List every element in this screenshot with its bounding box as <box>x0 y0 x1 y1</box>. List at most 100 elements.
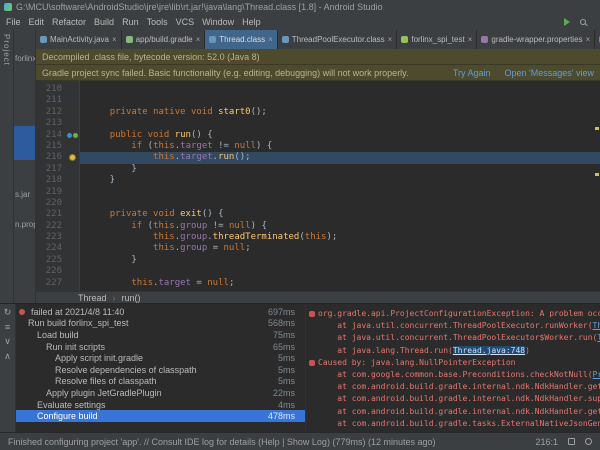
close-icon[interactable]: × <box>586 35 591 44</box>
notifications-icon[interactable] <box>585 438 592 445</box>
try-again-link[interactable]: Try Again <box>453 68 491 78</box>
line-number[interactable]: 219 <box>36 187 66 198</box>
code-text[interactable]: private void exit() { <box>80 209 600 220</box>
breadcrumb-item[interactable]: Thread <box>78 293 107 303</box>
line-number[interactable]: 214 <box>36 130 66 141</box>
code-text[interactable] <box>80 266 600 277</box>
code-text[interactable] <box>80 95 600 106</box>
code-text[interactable]: } <box>80 255 600 266</box>
code-text[interactable] <box>80 198 600 209</box>
code-text[interactable]: this.group = null; <box>80 243 600 254</box>
code-text[interactable]: private native void start0(); <box>80 107 600 118</box>
line-number[interactable]: 227 <box>36 278 66 289</box>
line-number[interactable]: 223 <box>36 232 66 243</box>
tab-Thread.class[interactable]: Thread.class× <box>205 30 277 49</box>
menu-run[interactable]: Run <box>118 17 143 27</box>
sync-refresh-icon[interactable]: ↻ <box>4 307 12 318</box>
breadcrumb-item[interactable]: run() <box>122 293 141 303</box>
tab-gradle.properties[interactable]: gradle.properties× <box>595 30 600 49</box>
line-number[interactable]: 213 <box>36 118 66 129</box>
tab-gradle-wrapper.properties[interactable]: gradle-wrapper.properties× <box>477 30 595 49</box>
project-tree-item[interactable]: forlinx_spi_te <box>15 54 36 63</box>
cursor-position[interactable]: 216:1 <box>535 437 558 447</box>
menu-vcs[interactable]: VCS <box>172 17 199 27</box>
close-icon[interactable]: × <box>268 35 273 44</box>
code-text[interactable]: this.target = null; <box>80 278 600 289</box>
menu-window[interactable]: Window <box>198 17 238 27</box>
line-number[interactable]: 212 <box>36 107 66 118</box>
intention-bulb-icon[interactable] <box>69 154 76 161</box>
project-tree-panel[interactable]: forlinx_spi_te s.jar n.properties <box>14 30 36 303</box>
line-number[interactable]: 211 <box>36 95 66 106</box>
code-text[interactable]: if (this.group != null) { <box>80 221 600 232</box>
menu-edit[interactable]: Edit <box>25 17 49 27</box>
run-icon[interactable] <box>564 18 570 26</box>
search-icon[interactable] <box>580 19 586 25</box>
build-tree-row[interactable]: Evaluate settings4ms <box>16 399 305 411</box>
open-messages-link[interactable]: Open 'Messages' view <box>505 68 594 78</box>
collapse-all-icon[interactable]: ∧ <box>4 351 11 362</box>
line-number[interactable]: 224 <box>36 243 66 254</box>
close-icon[interactable]: × <box>112 35 117 44</box>
menu-tools[interactable]: Tools <box>143 17 172 27</box>
close-icon[interactable]: × <box>468 35 473 44</box>
build-tree-row[interactable]: Resolve files of classpath5ms <box>16 376 305 388</box>
line-number[interactable]: 220 <box>36 198 66 209</box>
override-marker-icon[interactable] <box>67 133 72 138</box>
stacktrace-link[interactable]: ThreadPoolExecutor.java:1149 <box>593 321 600 330</box>
menu-build[interactable]: Build <box>90 17 118 27</box>
menu-help[interactable]: Help <box>238 17 265 27</box>
code-text[interactable]: this.target.run(); <box>80 152 600 163</box>
stacktrace-link[interactable]: Preconditions.java:191 <box>593 370 600 379</box>
expand-all-icon[interactable]: ∨ <box>4 336 11 347</box>
lock-icon[interactable] <box>568 438 575 445</box>
tab-MainActivity.java[interactable]: MainActivity.java× <box>36 30 122 49</box>
code-editor[interactable]: 210211212 private native void start0(); 2… <box>36 81 600 291</box>
error-icon <box>309 360 315 366</box>
line-number[interactable]: 225 <box>36 255 66 266</box>
project-tree-item[interactable]: n.properties <box>15 220 36 229</box>
console-line: at com.android.build.gradle.internal.ndk… <box>306 381 600 393</box>
line-number[interactable]: 218 <box>36 175 66 186</box>
build-tree-row[interactable]: Run init scripts65ms <box>16 341 305 353</box>
code-text[interactable] <box>80 187 600 198</box>
tab-app/build.gradle[interactable]: app/build.gradle× <box>122 30 206 49</box>
code-text[interactable] <box>80 84 600 95</box>
close-icon[interactable]: × <box>388 35 393 44</box>
implement-marker-icon[interactable] <box>73 133 78 138</box>
menu-file[interactable]: File <box>2 17 25 27</box>
tab-label: ThreadPoolExecutor.class <box>292 35 385 44</box>
project-tree-item[interactable]: s.jar <box>15 190 30 199</box>
tab-ThreadPoolExecutor.class[interactable]: ThreadPoolExecutor.class× <box>278 30 398 49</box>
build-tree-row[interactable]: Configure build478ms <box>16 410 305 422</box>
code-text[interactable]: if (this.target != null) { <box>80 141 600 152</box>
code-text[interactable] <box>80 118 600 129</box>
line-number[interactable]: 210 <box>36 84 66 95</box>
menu-refactor[interactable]: Refactor <box>48 17 90 27</box>
error-stripe-mark[interactable] <box>595 127 599 130</box>
line-number[interactable]: 222 <box>36 221 66 232</box>
close-icon[interactable]: × <box>196 35 201 44</box>
build-tree-row[interactable]: Apply script init.gradle5ms <box>16 352 305 364</box>
line-number[interactable]: 216 <box>36 152 66 163</box>
line-number[interactable]: 226 <box>36 266 66 277</box>
project-tool-window-button[interactable]: Project <box>2 34 11 66</box>
line-number[interactable]: 217 <box>36 164 66 175</box>
project-tree-selected-row[interactable] <box>14 126 35 160</box>
line-number[interactable]: 221 <box>36 209 66 220</box>
code-text[interactable]: this.group.threadTerminated(this); <box>80 232 600 243</box>
build-tree-row[interactable]: Apply plugin JetGradlePlugin22ms <box>16 387 305 399</box>
code-text[interactable]: } <box>80 175 600 186</box>
build-tree-row[interactable]: Load build75ms <box>16 329 305 341</box>
code-text[interactable]: } <box>80 164 600 175</box>
tab-forlinx_spi_test[interactable]: forlinx_spi_test× <box>397 30 477 49</box>
build-tree-row[interactable]: failed at 2021/4/8 11:40697ms <box>16 306 305 318</box>
line-number[interactable]: 215 <box>36 141 66 152</box>
code-line: 225 } <box>36 255 600 266</box>
stacktrace-link[interactable]: Thread.java:748 <box>453 346 525 355</box>
code-text[interactable]: public void run() { <box>80 130 600 141</box>
filter-icon[interactable]: ≡ <box>5 322 10 332</box>
error-stripe-mark[interactable] <box>595 173 599 176</box>
build-tree-row[interactable]: Resolve dependencies of classpath5ms <box>16 364 305 376</box>
build-tree-row[interactable]: Run build forlinx_spi_test568ms <box>16 318 305 330</box>
